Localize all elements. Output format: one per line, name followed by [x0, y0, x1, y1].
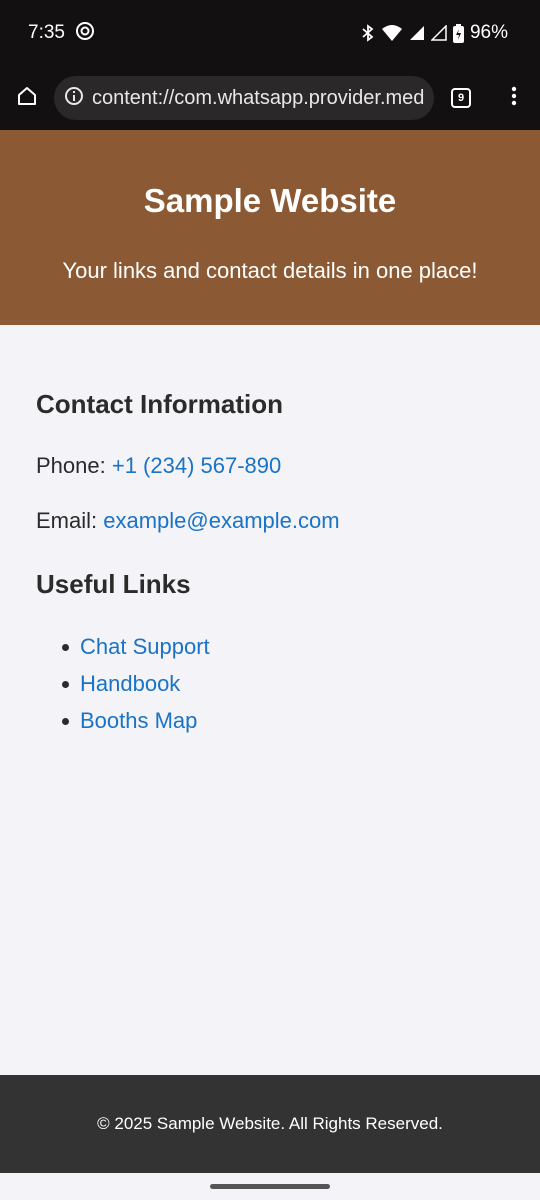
site-header: Sample Website Your links and contact de… [0, 130, 540, 325]
useful-links-heading: Useful Links [36, 569, 191, 599]
footer-text: © 2025 Sample Website. All Rights Reserv… [97, 1114, 443, 1133]
tab-switcher-button[interactable]: 9 [434, 66, 488, 130]
home-button[interactable] [0, 66, 54, 130]
battery-percent: 96% [469, 22, 508, 43]
overflow-menu-button[interactable] [488, 66, 540, 130]
chat-support-link[interactable]: Chat Support [80, 634, 210, 659]
home-icon [16, 85, 38, 112]
bluetooth-icon [361, 24, 375, 42]
status-bar: 7:35 96% [0, 0, 540, 66]
gesture-nav-area [0, 1173, 540, 1200]
handbook-link[interactable]: Handbook [80, 671, 180, 696]
email-label: Email: [36, 508, 98, 533]
at-sign-notification-icon [75, 21, 95, 46]
list-item: Booths Map [62, 706, 210, 743]
email-link[interactable]: example@example.com [103, 508, 339, 533]
phone-link[interactable]: +1 (234) 567-890 [112, 453, 281, 478]
status-time: 7:35 [28, 22, 65, 43]
signal-icon [409, 25, 425, 41]
url-text: content://com.whatsapp.provider.media/it… [92, 86, 424, 109]
site-title: Sample Website [143, 182, 397, 219]
list-item: Chat Support [62, 632, 210, 669]
site-tagline: Your links and contact details in one pl… [62, 258, 478, 283]
site-footer: © 2025 Sample Website. All Rights Reserv… [0, 1075, 540, 1173]
site-info-icon[interactable] [64, 86, 84, 111]
gesture-handle[interactable] [210, 1184, 330, 1189]
url-bar[interactable]: content://com.whatsapp.provider.media/it… [54, 76, 434, 120]
browser-toolbar: content://com.whatsapp.provider.media/it… [0, 66, 540, 130]
signal-icon-secondary [430, 25, 447, 41]
more-vert-icon [511, 86, 517, 111]
battery-icon [452, 23, 464, 43]
list-item: Handbook [62, 669, 210, 706]
contact-heading: Contact Information [36, 389, 283, 419]
phone-line: Phone: +1 (234) 567-890 [36, 453, 281, 479]
phone-label: Phone: [36, 453, 106, 478]
tab-count: 9 [451, 88, 471, 108]
useful-links-list: Chat Support Handbook Booths Map [62, 632, 210, 743]
wifi-icon [381, 24, 403, 42]
booths-map-link[interactable]: Booths Map [80, 708, 197, 733]
email-line: Email: example@example.com [36, 508, 340, 534]
